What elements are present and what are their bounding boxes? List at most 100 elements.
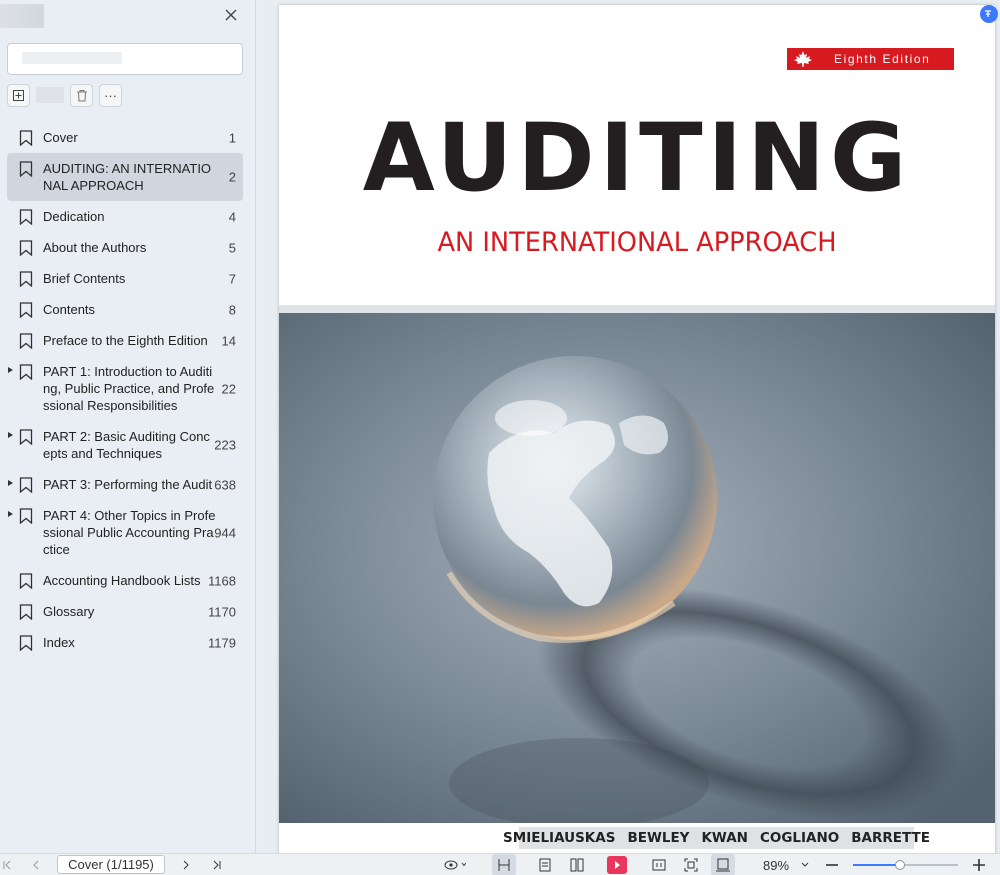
authors-list: SMIELIAUSKAS BEWLEY KWAN COGLIANO BARRET…: [503, 827, 930, 849]
book-subtitle: AN INTERNATIONAL APPROACH: [437, 227, 837, 258]
chevron-right-icon: [183, 860, 189, 870]
close-sidebar-button[interactable]: [221, 5, 241, 25]
toc-item[interactable]: Contents 8: [7, 294, 243, 325]
translate-badge-icon[interactable]: [980, 5, 998, 23]
fit-width-icon: [498, 859, 510, 871]
toc-item[interactable]: About the Authors 5: [7, 232, 243, 263]
toc-item-page: 944: [214, 525, 236, 540]
toc-item-label: PART 3: Performing the Audit: [43, 477, 213, 492]
sidebar-toolbar: ···: [7, 83, 122, 107]
toc-item[interactable]: Brief Contents 7: [7, 263, 243, 294]
close-icon: [225, 9, 237, 21]
toc-item-label: Preface to the Eighth Edition: [43, 333, 208, 348]
last-page-icon: [213, 860, 221, 870]
toc-item-page: 1179: [208, 635, 236, 650]
toc-item-label: PART 1: Introduction to Auditing, Public…: [43, 364, 215, 413]
delete-bookmark-button[interactable]: [70, 83, 93, 107]
zoom-dropdown-button[interactable]: [798, 854, 812, 875]
bookmark-icon: [19, 429, 33, 445]
toc-item-label: AUDITING: AN INTERNATIONAL APPROACH: [43, 161, 212, 193]
zoom-out-button[interactable]: [823, 854, 841, 875]
authors-strip: SMIELIAUSKAS BEWLEY KWAN COGLIANO BARRET…: [279, 823, 995, 853]
author-name: KWAN: [701, 830, 748, 846]
plus-icon: [13, 89, 24, 101]
book-title: AUDITING: [362, 104, 912, 213]
first-page-icon: [3, 860, 11, 870]
first-page-button[interactable]: [0, 854, 14, 875]
document-view[interactable]: Eighth Edition AUDITING AN INTERNATIONAL…: [257, 0, 1000, 853]
single-page-button[interactable]: [534, 854, 556, 875]
toc-item-page: 14: [221, 333, 236, 348]
continuous-scroll-button[interactable]: [711, 854, 735, 875]
toc-item[interactable]: Cover 1: [7, 122, 243, 153]
search-input[interactable]: [7, 43, 243, 75]
toc-item-page: 2: [228, 169, 236, 185]
toc-item-label: Dedication: [43, 209, 105, 224]
edition-badge: Eighth Edition: [787, 48, 954, 70]
toc-item[interactable]: PART 4: Other Topics in Professional Pub…: [7, 500, 243, 565]
fullscreen-icon: [684, 858, 698, 872]
bookmark-icon: [19, 240, 33, 256]
next-page-button[interactable]: [178, 854, 194, 875]
bookmark-icon: [19, 161, 33, 177]
author-name: BEWLEY: [627, 830, 690, 846]
tool-placeholder: [36, 87, 64, 103]
single-page-icon: [539, 858, 551, 872]
book-cover-page: Eighth Edition AUDITING AN INTERNATIONAL…: [279, 5, 995, 853]
maple-leaf-icon: [790, 48, 816, 70]
toc-item[interactable]: Dedication 4: [7, 201, 243, 232]
fit-page-icon: [652, 859, 666, 871]
fullscreen-button[interactable]: [680, 854, 702, 875]
toc-item-page: 7: [228, 271, 236, 286]
bottom-toolbar: Cover (1/1195) 89%: [0, 853, 1000, 875]
toc-item-label: Contents: [43, 302, 96, 317]
edition-label: Eighth Edition: [834, 52, 931, 66]
toc-item-label: Brief Contents: [43, 271, 126, 286]
toc-item-label: Accounting Handbook Lists: [43, 573, 201, 588]
expand-arrow-icon[interactable]: [8, 511, 13, 517]
toc-item-label: About the Authors: [43, 240, 147, 255]
author-name: SMIELIAUSKAS: [503, 830, 616, 846]
chevron-left-icon: [33, 860, 39, 870]
more-options-button[interactable]: ···: [99, 83, 122, 107]
zoom-slider[interactable]: [853, 860, 958, 870]
expand-arrow-icon[interactable]: [8, 432, 13, 438]
page-indicator[interactable]: Cover (1/1195): [57, 855, 165, 874]
last-page-button[interactable]: [208, 854, 226, 875]
fit-width-button[interactable]: [492, 854, 516, 875]
toc-item-label: Cover: [43, 130, 78, 145]
bookmark-icon: [19, 130, 33, 146]
previous-page-button[interactable]: [28, 854, 44, 875]
expand-arrow-icon[interactable]: [8, 367, 13, 373]
eye-icon: [444, 860, 466, 870]
toc-item[interactable]: Index 1179: [7, 627, 243, 658]
view-mode-button[interactable]: [440, 854, 470, 875]
two-page-icon: [570, 858, 584, 872]
bookmark-icon: [19, 573, 33, 589]
toc-item[interactable]: Glossary 1170: [7, 596, 243, 627]
toc-item[interactable]: PART 2: Basic Auditing Concepts and Tech…: [7, 421, 243, 469]
sidebar: ··· Cover 1 AUDITING: AN INTERNATIONAL APP…: [0, 0, 256, 853]
toc-item-page: 1: [228, 130, 236, 145]
toc-item[interactable]: PART 1: Introduction to Auditing, Public…: [7, 356, 243, 421]
expand-arrow-icon[interactable]: [8, 480, 13, 486]
chevron-down-icon: [801, 862, 809, 867]
two-page-button[interactable]: [565, 854, 589, 875]
scroll-page-icon: [716, 858, 730, 872]
toc-item-page: 4: [228, 209, 236, 224]
bookmark-icon: [19, 635, 33, 651]
toc-item[interactable]: Preface to the Eighth Edition 14: [7, 325, 243, 356]
toc-item-page: 1170: [208, 604, 236, 619]
fit-page-button[interactable]: [648, 854, 670, 875]
toc-item-page: 638: [214, 477, 236, 492]
toc-item[interactable]: AUDITING: AN INTERNATIONAL APPROACH 2: [7, 153, 243, 201]
zoom-slider-thumb[interactable]: [895, 860, 906, 870]
add-bookmark-button[interactable]: [7, 83, 30, 107]
zoom-level[interactable]: 89%: [758, 854, 794, 875]
slideshow-button[interactable]: [606, 854, 628, 875]
bookmark-icon: [19, 604, 33, 620]
toc-item[interactable]: PART 3: Performing the Audit 638: [7, 469, 243, 500]
zoom-slider-fill: [853, 864, 901, 866]
toc-item[interactable]: Accounting Handbook Lists 1168: [7, 565, 243, 596]
zoom-in-button[interactable]: [970, 854, 988, 875]
